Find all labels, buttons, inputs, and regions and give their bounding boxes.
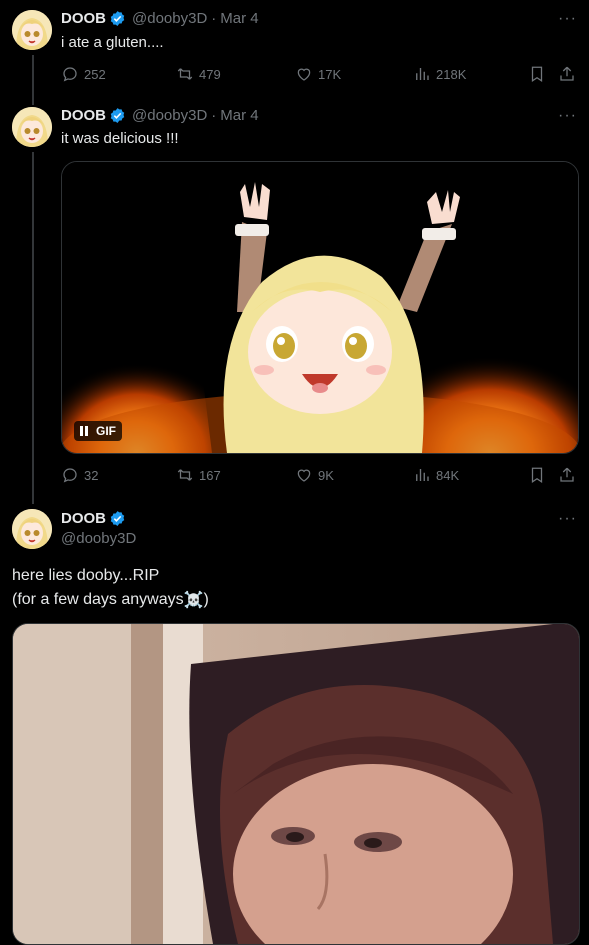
handle[interactable]: @dooby3D — [61, 530, 136, 547]
separator: · — [211, 107, 217, 124]
views-count: 218K — [436, 66, 467, 82]
more-icon[interactable]: ··· — [558, 107, 577, 125]
verified-icon — [110, 511, 125, 526]
timestamp[interactable]: Mar 4 — [220, 10, 258, 27]
avatar-image — [12, 107, 52, 147]
more-icon[interactable]: ··· — [558, 510, 577, 528]
repost-count: 167 — [199, 467, 221, 483]
verified-icon — [110, 11, 125, 26]
handle[interactable]: @dooby3D — [132, 10, 207, 27]
bookmark-icon — [531, 467, 543, 483]
tweet-header: DOOB @dooby3D · Mar 4 — [61, 10, 259, 27]
gif-badge[interactable]: GIF — [74, 421, 122, 441]
handle[interactable]: @dooby3D — [132, 107, 207, 124]
more-icon[interactable]: ··· — [558, 10, 577, 28]
tweet-header: DOOB — [61, 510, 126, 527]
action-bar: 252 479 17K 218K — [61, 64, 579, 84]
views-count: 84K — [436, 467, 460, 483]
share-icon — [560, 467, 574, 482]
like-button[interactable]: 17K — [295, 65, 341, 83]
tweet-text: it was delicious !!! — [61, 130, 179, 147]
reply-icon — [63, 468, 77, 483]
thread-line — [32, 152, 34, 504]
repost-button[interactable]: 167 — [176, 466, 221, 484]
views-icon — [416, 68, 429, 80]
skull-emoji: ☠️ — [183, 592, 204, 609]
tweet-text-line-2: (for a few days anyways ☠️ ) — [12, 590, 209, 610]
repost-button[interactable]: 479 — [176, 65, 221, 83]
verified-icon — [110, 108, 125, 123]
display-name[interactable]: DOOB — [61, 10, 106, 27]
tweet-header: DOOB @dooby3D · Mar 4 — [61, 107, 259, 124]
like-icon — [297, 68, 311, 81]
gif-media[interactable]: GIF — [61, 161, 579, 454]
avatar[interactable] — [12, 10, 52, 50]
reply-count: 252 — [84, 66, 106, 82]
share-button[interactable] — [558, 65, 576, 83]
avatar[interactable] — [12, 509, 52, 549]
media-image — [13, 624, 579, 944]
display-name[interactable]: DOOB — [61, 107, 106, 124]
timestamp[interactable]: Mar 4 — [220, 107, 258, 124]
separator: · — [211, 10, 217, 27]
reply-icon — [63, 67, 77, 82]
gif-image — [62, 162, 578, 453]
reply-count: 32 — [84, 467, 99, 483]
pause-icon[interactable] — [80, 426, 88, 436]
like-count: 17K — [318, 66, 342, 82]
views-icon — [416, 469, 429, 481]
bookmark-button[interactable] — [528, 466, 546, 484]
tweet-text: i ate a gluten.... — [61, 34, 164, 51]
video-media[interactable] — [12, 623, 580, 945]
like-count: 9K — [318, 467, 334, 483]
repost-count: 479 — [199, 66, 221, 82]
tweet-text-line-2-start: (for a few days anyways — [12, 591, 184, 608]
avatar-image — [12, 10, 52, 50]
tweet-text-line-1: here lies dooby...RIP — [12, 567, 160, 584]
bookmark-button[interactable] — [528, 65, 546, 83]
gif-label: GIF — [96, 424, 116, 438]
like-button[interactable]: 9K — [295, 466, 334, 484]
like-icon — [297, 469, 311, 482]
reply-button[interactable]: 252 — [61, 65, 106, 83]
bookmark-icon — [531, 66, 543, 82]
views-button[interactable]: 218K — [413, 65, 466, 83]
avatar-image — [12, 509, 52, 549]
repost-icon — [177, 68, 193, 80]
repost-icon — [177, 469, 193, 481]
share-button[interactable] — [558, 466, 576, 484]
action-bar: 32 167 9K 84K — [61, 465, 579, 485]
reply-button[interactable]: 32 — [61, 466, 98, 484]
views-button[interactable]: 84K — [413, 466, 459, 484]
thread-line — [32, 55, 34, 105]
avatar[interactable] — [12, 107, 52, 147]
display-name[interactable]: DOOB — [61, 510, 106, 527]
tweet-text-line-2-end: ) — [203, 591, 209, 608]
share-icon — [560, 66, 574, 81]
